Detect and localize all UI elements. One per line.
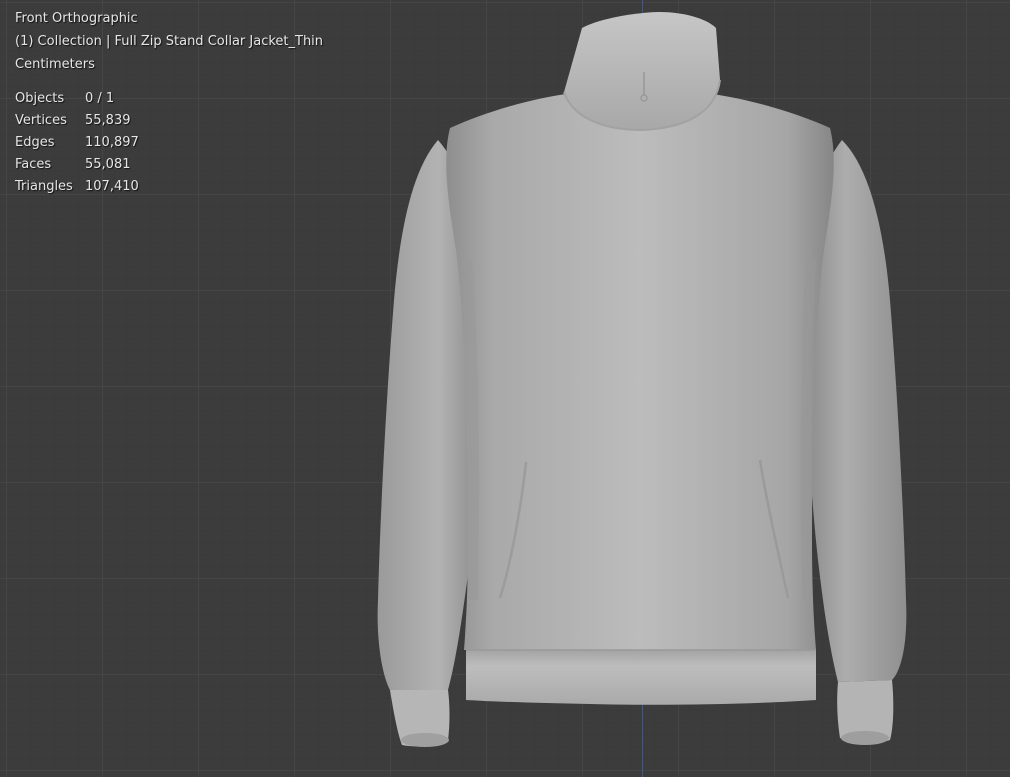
hem-band [466,650,816,705]
stand-collar [564,12,720,130]
stat-label: Triangles [15,179,73,194]
viewport-text-overlay: Front Orthographic (1) Collection | Full… [15,7,323,198]
stat-value: 107,410 [85,179,139,194]
stat-label: Edges [15,135,55,150]
stat-label: Vertices [15,113,67,128]
stat-value: 0 / 1 [85,91,115,106]
view-name: Front Orthographic [15,11,138,26]
stat-label: Faces [15,157,52,172]
collection-label: (1) Collection | Full Zip Stand Collar J… [15,34,324,49]
scene-statistics: Objects 0 / 1 Vertices 55,839 Edges 110,… [15,88,323,198]
stat-value: 55,081 [85,157,131,172]
3d-viewport[interactable]: Front Orthographic (1) Collection | Full… [0,0,1010,777]
stat-value: 110,897 [85,135,139,150]
torso [446,92,834,650]
stat-value: 55,839 [85,113,131,128]
stat-label: Objects [15,91,65,106]
jacket-model[interactable] [360,0,920,777]
units-label: Centimeters [15,57,95,72]
